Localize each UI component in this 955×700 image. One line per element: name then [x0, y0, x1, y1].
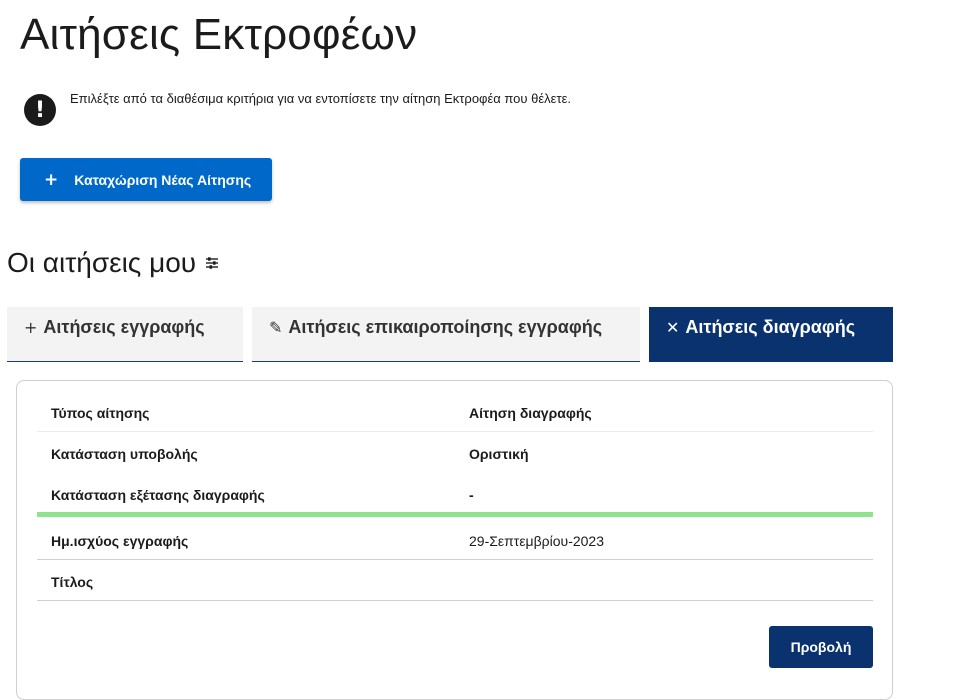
sliders-icon[interactable] [205, 256, 219, 270]
row-label: Τύπος αίτησης [51, 405, 150, 421]
detail-row-review-status: Κατάσταση εξέτασης διαγραφής - [37, 473, 873, 514]
exclamation-icon: ! [24, 94, 56, 126]
detail-row-validity-date: Ημ.ισχύος εγγραφής 29-Σεπτεμβρίου-2023 [37, 519, 873, 560]
status-bar [37, 512, 873, 517]
tab-label: Αιτήσεις εγγραφής [43, 317, 205, 337]
tab-registration-applications[interactable]: + Αιτήσεις εγγραφής [7, 307, 243, 362]
row-label: Ημ.ισχύος εγγραφής [51, 533, 189, 549]
tab-label: Αιτήσεις διαγραφής [685, 317, 856, 337]
section-title-text: Οι αιτήσεις μου [7, 247, 197, 278]
tab-update-applications[interactable]: ✎ Αιτήσεις επικαιροποίησης εγγραφής [252, 307, 640, 362]
row-value: Αίτηση διαγραφής [469, 405, 592, 421]
info-message: Επιλέξτε από τα διαθέσιμα κριτήρια για ν… [70, 91, 571, 106]
plus-icon: + [24, 318, 38, 337]
row-value: 29-Σεπτεμβρίου-2023 [469, 533, 605, 549]
new-application-label: Καταχώριση Νέας Αίτησης [74, 171, 252, 188]
tab-label: Αιτήσεις επικαιροποίησης εγγραφής [288, 317, 603, 337]
detail-row-title: Τίτλος [37, 560, 873, 601]
row-value: - [469, 487, 474, 503]
row-value: Οριστική [469, 446, 529, 462]
view-button[interactable]: Προβολή [769, 626, 873, 668]
close-icon: ✕ [666, 318, 680, 337]
application-card: Τύπος αίτησης Αίτηση διαγραφής Κατάσταση… [16, 380, 893, 700]
row-label: Τίτλος [51, 574, 94, 590]
new-application-button[interactable]: + Καταχώριση Νέας Αίτησης [20, 158, 272, 201]
detail-row-type: Τύπος αίτησης Αίτηση διαγραφής [37, 391, 873, 432]
page-title: Αιτήσεις Εκτροφέων [20, 10, 418, 59]
detail-row-submission-status: Κατάσταση υποβολής Οριστική [37, 432, 873, 473]
edit-icon: ✎ [269, 318, 283, 337]
row-label: Κατάσταση εξέτασης διαγραφής [51, 487, 265, 503]
section-title: Οι αιτήσεις μου [7, 247, 219, 279]
plus-icon: + [44, 169, 59, 190]
row-label: Κατάσταση υποβολής [51, 446, 198, 462]
tab-deletion-applications[interactable]: ✕ Αιτήσεις διαγραφής [649, 307, 893, 362]
